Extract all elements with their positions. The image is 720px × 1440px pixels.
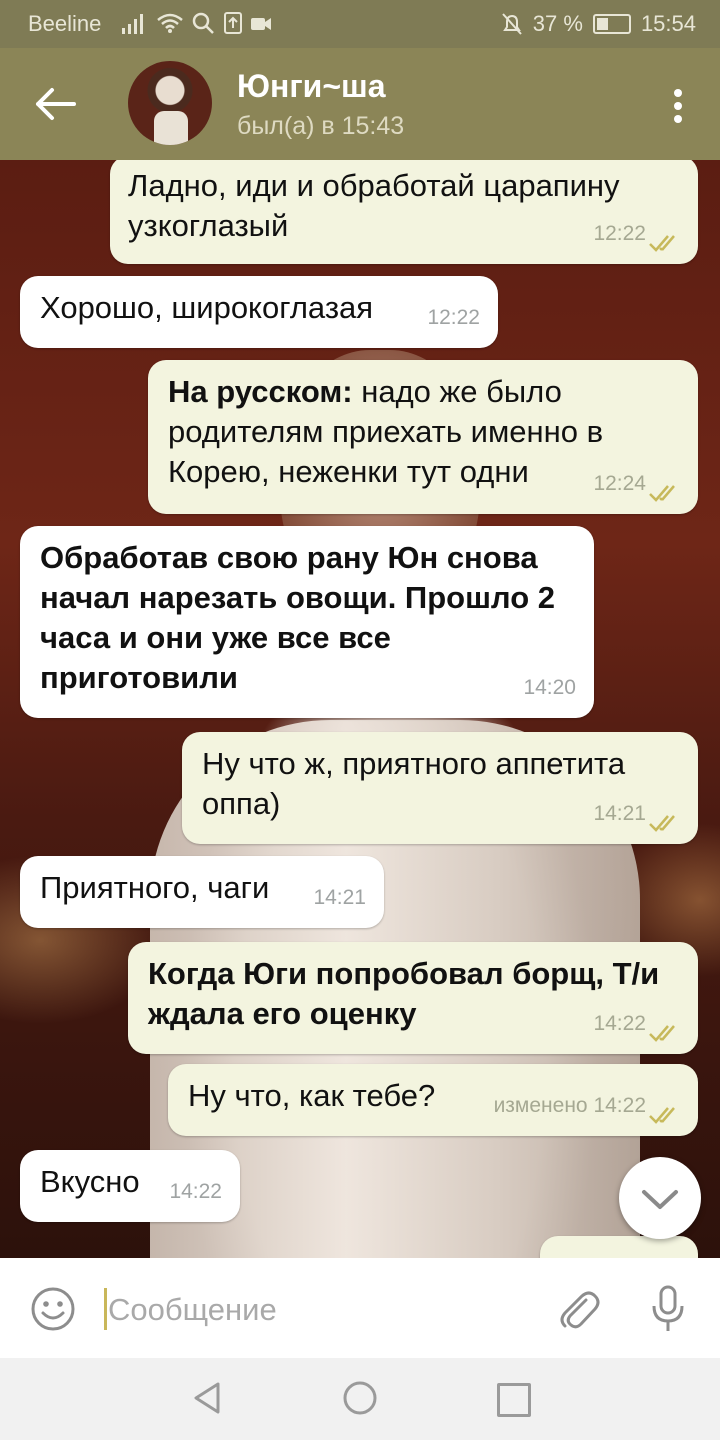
emoji-icon[interactable] xyxy=(30,1286,76,1332)
nav-back-icon[interactable] xyxy=(190,1380,224,1416)
message-text: Обработав свою рану Юн снова начал нарез… xyxy=(40,540,555,695)
status-icons-left xyxy=(122,12,272,34)
message-input-bar: Сообщение xyxy=(0,1258,720,1358)
message-bubble-outgoing[interactable]: Ну что, как тебе? изменено 14:22 xyxy=(168,1064,698,1136)
message-time: 14:20 xyxy=(523,676,576,699)
video-icon xyxy=(251,18,271,30)
contact-name[interactable]: Юнги~ша xyxy=(237,68,385,105)
status-icons-right: 37 % 15:54 xyxy=(501,11,696,37)
message-bubble-outgoing[interactable]: Когда Юги попробовал борщ, Т/и ждала его… xyxy=(128,942,698,1054)
search-icon xyxy=(192,12,214,34)
message-text: Хорошо, широкоглазая xyxy=(40,290,374,325)
message-time: 12:22 xyxy=(593,222,646,245)
message-bubble-incoming[interactable]: Приятного, чаги 14:21 xyxy=(20,856,384,928)
wifi-icon xyxy=(157,13,183,33)
message-time: 14:22 xyxy=(169,1180,222,1203)
message-time: 14:21 xyxy=(593,802,646,825)
battery-icon xyxy=(592,14,631,34)
message-text: Вкусно xyxy=(40,1164,140,1199)
double-check-icon xyxy=(649,1107,675,1124)
message-bubble-incoming[interactable]: Вкусно 14:22 xyxy=(20,1150,240,1222)
nav-recents-icon[interactable] xyxy=(497,1383,531,1417)
text-cursor xyxy=(104,1288,107,1330)
message-bubble-outgoing[interactable]: Ладно, иди и обработай царапину узкоглаз… xyxy=(110,160,698,264)
back-arrow-icon[interactable] xyxy=(34,86,78,122)
message-time: 14:22 xyxy=(593,1012,646,1035)
message-bubble-partial[interactable] xyxy=(540,1236,698,1258)
upload-icon xyxy=(224,12,242,34)
double-check-icon xyxy=(649,815,675,832)
double-check-icon xyxy=(649,485,675,502)
carrier-label: Beeline xyxy=(28,11,102,36)
more-menu-icon[interactable] xyxy=(672,88,684,124)
last-seen-status: был(а) в 15:43 xyxy=(237,112,405,140)
avatar[interactable] xyxy=(128,61,212,145)
double-check-icon xyxy=(649,235,675,252)
message-time: 12:24 xyxy=(593,472,646,495)
message-time: изменено 14:22 xyxy=(493,1094,646,1117)
message-time: 12:22 xyxy=(427,306,480,329)
message-text: Приятного, чаги xyxy=(40,870,270,905)
nav-home-icon[interactable] xyxy=(342,1380,378,1416)
status-bar: Beeline 37 % 15:54 xyxy=(0,0,720,48)
chevron-down-icon xyxy=(642,1190,678,1209)
message-input[interactable]: Сообщение xyxy=(108,1292,277,1328)
chat-area[interactable]: Ладно, иди и обработай царапину узкоглаз… xyxy=(0,160,720,1258)
message-bubble-outgoing[interactable]: Ну что ж, приятного аппетита оппа) 14:21 xyxy=(182,732,698,844)
signal-icon xyxy=(122,14,143,34)
bell-off-icon xyxy=(502,13,522,35)
message-text: Ну что, как тебе? xyxy=(188,1078,436,1113)
chat-header: Юнги~ша был(а) в 15:43 xyxy=(0,48,720,160)
paperclip-icon[interactable] xyxy=(556,1286,600,1332)
double-check-icon xyxy=(649,1025,675,1042)
system-nav-bar xyxy=(0,1358,720,1440)
microphone-icon[interactable] xyxy=(650,1284,686,1334)
battery-percent: 37 % xyxy=(532,11,583,36)
scroll-down-button[interactable] xyxy=(619,1157,701,1239)
message-time: 14:21 xyxy=(313,886,366,909)
message-bubble-incoming[interactable]: Хорошо, широкоглазая 12:22 xyxy=(20,276,498,348)
clock: 15:54 xyxy=(640,11,696,36)
message-bold-prefix: На русском: xyxy=(168,374,353,409)
message-bubble-outgoing[interactable]: На русском: надо же было родителям приех… xyxy=(148,360,698,514)
message-bubble-incoming[interactable]: Обработав свою рану Юн снова начал нарез… xyxy=(20,526,594,718)
